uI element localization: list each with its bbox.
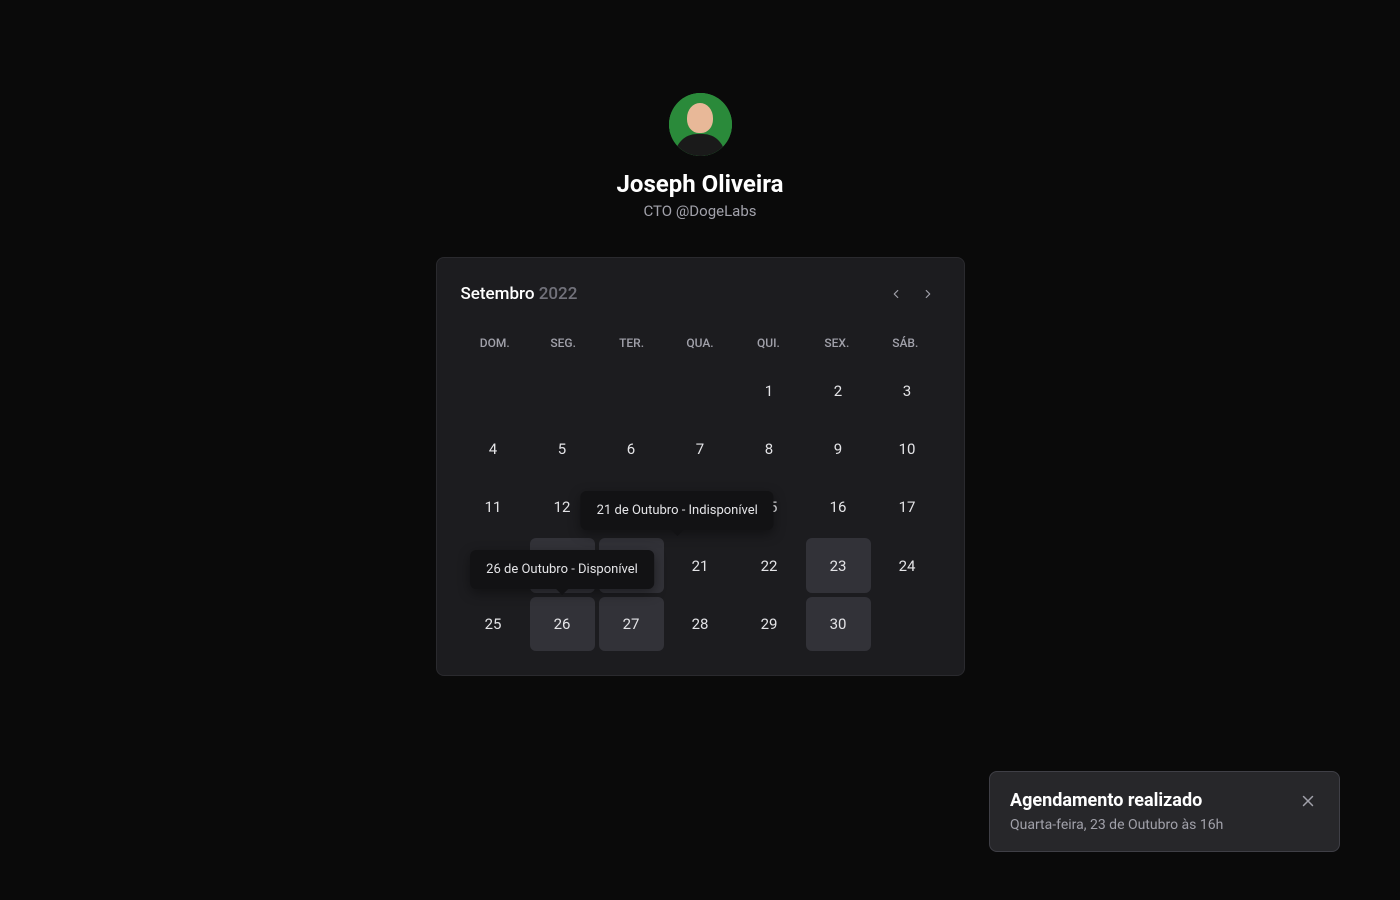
toast-close-button[interactable] [1297,790,1319,816]
toast-content: Agendamento realizado Quarta-feira, 23 d… [1010,790,1223,833]
month-label: Setembro 2022 [461,284,578,304]
weekday-label: QUA. [666,328,734,358]
tooltip-available: 26 de Outubro - Disponível [470,550,654,589]
chevron-right-icon [921,287,935,301]
day-cell-22[interactable]: 22 [737,538,802,592]
day-cell-16[interactable]: 16 [806,480,871,534]
day-cell-5[interactable]: 5 [530,422,595,476]
day-cell-8[interactable]: 8 [737,422,802,476]
user-title: CTO @DogeLabs [644,202,757,220]
nav-buttons [884,282,940,306]
day-cell-29[interactable]: 29 [737,597,802,651]
day-empty [530,364,595,418]
chevron-left-icon [889,287,903,301]
day-cell-26[interactable]: 2626 de Outubro - Disponível [530,597,595,651]
day-cell-25[interactable]: 25 [461,597,526,651]
day-cell-10[interactable]: 10 [875,422,940,476]
day-cell-4[interactable]: 4 [461,422,526,476]
close-icon [1299,792,1317,810]
day-cell-28[interactable]: 28 [668,597,733,651]
day-cell-9[interactable]: 9 [806,422,871,476]
toast: Agendamento realizado Quarta-feira, 23 d… [989,771,1340,852]
month-year: 2022 [539,284,578,304]
day-cell-6[interactable]: 6 [599,422,664,476]
day-cell-17[interactable]: 17 [875,480,940,534]
toast-title: Agendamento realizado [1010,790,1223,811]
day-cell-27[interactable]: 27 [599,597,664,651]
day-cell-2[interactable]: 2 [806,364,871,418]
day-cell-30[interactable]: 30 [806,597,871,651]
user-name: Joseph Oliveira [617,170,784,198]
calendar-header: Setembro 2022 [461,282,940,306]
day-cell-7[interactable]: 7 [668,422,733,476]
weekday-label: DOM. [461,328,529,358]
days-grid: 12345678910111213141516171819202121 de O… [461,364,940,651]
day-cell-24[interactable]: 24 [875,538,940,592]
day-cell-21[interactable]: 2121 de Outubro - Indisponível [668,538,733,592]
weekday-label: QUI. [734,328,802,358]
weekday-label: SEG. [529,328,597,358]
day-cell-3[interactable]: 3 [875,364,940,418]
calendar-card: Setembro 2022 DOM. SEG. TER. QUA. QUI. S… [436,257,965,676]
tooltip-unavailable: 21 de Outubro - Indisponível [581,491,774,530]
day-empty [461,364,526,418]
day-empty [668,364,733,418]
weekday-label: SÁB. [871,328,939,358]
weekday-label: TER. [597,328,665,358]
weekdays-row: DOM. SEG. TER. QUA. QUI. SEX. SÁB. [461,328,940,358]
day-cell-23[interactable]: 23 [806,538,871,592]
prev-month-button[interactable] [884,282,908,306]
avatar [669,93,732,156]
day-cell-11[interactable]: 11 [461,480,526,534]
toast-description: Quarta-feira, 23 de Outubro às 16h [1010,817,1223,833]
month-name: Setembro [461,284,535,304]
day-cell-1[interactable]: 1 [737,364,802,418]
next-month-button[interactable] [916,282,940,306]
weekday-label: SEX. [803,328,871,358]
day-empty [599,364,664,418]
